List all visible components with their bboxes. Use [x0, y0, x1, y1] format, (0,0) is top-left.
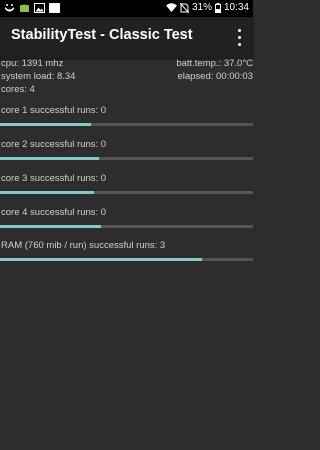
ram-progress	[0, 258, 253, 261]
elapsed-time: elapsed: 00:00:03	[177, 71, 253, 82]
core-1-label: core 1 successful runs: 0	[1, 105, 107, 116]
blank-notification-icon	[49, 3, 60, 13]
core-4-progress	[0, 225, 253, 228]
app-toolbar: StabilityTest - Classic Test	[0, 17, 253, 58]
core-1-progress-fill	[0, 123, 92, 126]
page-title: StabilityTest - Classic Test	[11, 27, 193, 43]
core-1-progress	[0, 123, 253, 126]
overflow-menu-icon[interactable]	[234, 29, 244, 46]
core-3-progress	[0, 191, 253, 194]
ram-progress-fill	[0, 258, 203, 261]
core-2-label: core 2 successful runs: 0	[1, 139, 107, 150]
core-3-label: core 3 successful runs: 0	[1, 173, 107, 184]
status-bar: 31% 10:34	[0, 0, 253, 17]
system-load: system load: 8.34	[1, 71, 76, 82]
clock: 10:34	[223, 2, 249, 13]
core-4-progress-fill	[0, 225, 102, 228]
wifi-icon	[165, 3, 177, 12]
core-count: cores: 4	[1, 84, 35, 95]
core-2-progress	[0, 157, 253, 160]
no-sim-icon	[179, 2, 189, 13]
android-notification-icon	[20, 4, 29, 12]
battery-percent: 31%	[191, 2, 212, 13]
image-notification-icon	[34, 3, 45, 13]
core-3-progress-fill	[0, 191, 94, 194]
battery-temperature: batt.temp.: 37.0°C	[176, 58, 253, 69]
core-2-progress-fill	[0, 157, 99, 160]
ram-label: RAM (760 mib / run) successful runs: 3	[1, 240, 166, 251]
cpu-frequency: cpu: 1391 mhz	[1, 58, 64, 69]
battery-icon	[214, 2, 221, 13]
smile-notification-icon	[5, 4, 14, 12]
core-4-label: core 4 successful runs: 0	[1, 207, 107, 218]
